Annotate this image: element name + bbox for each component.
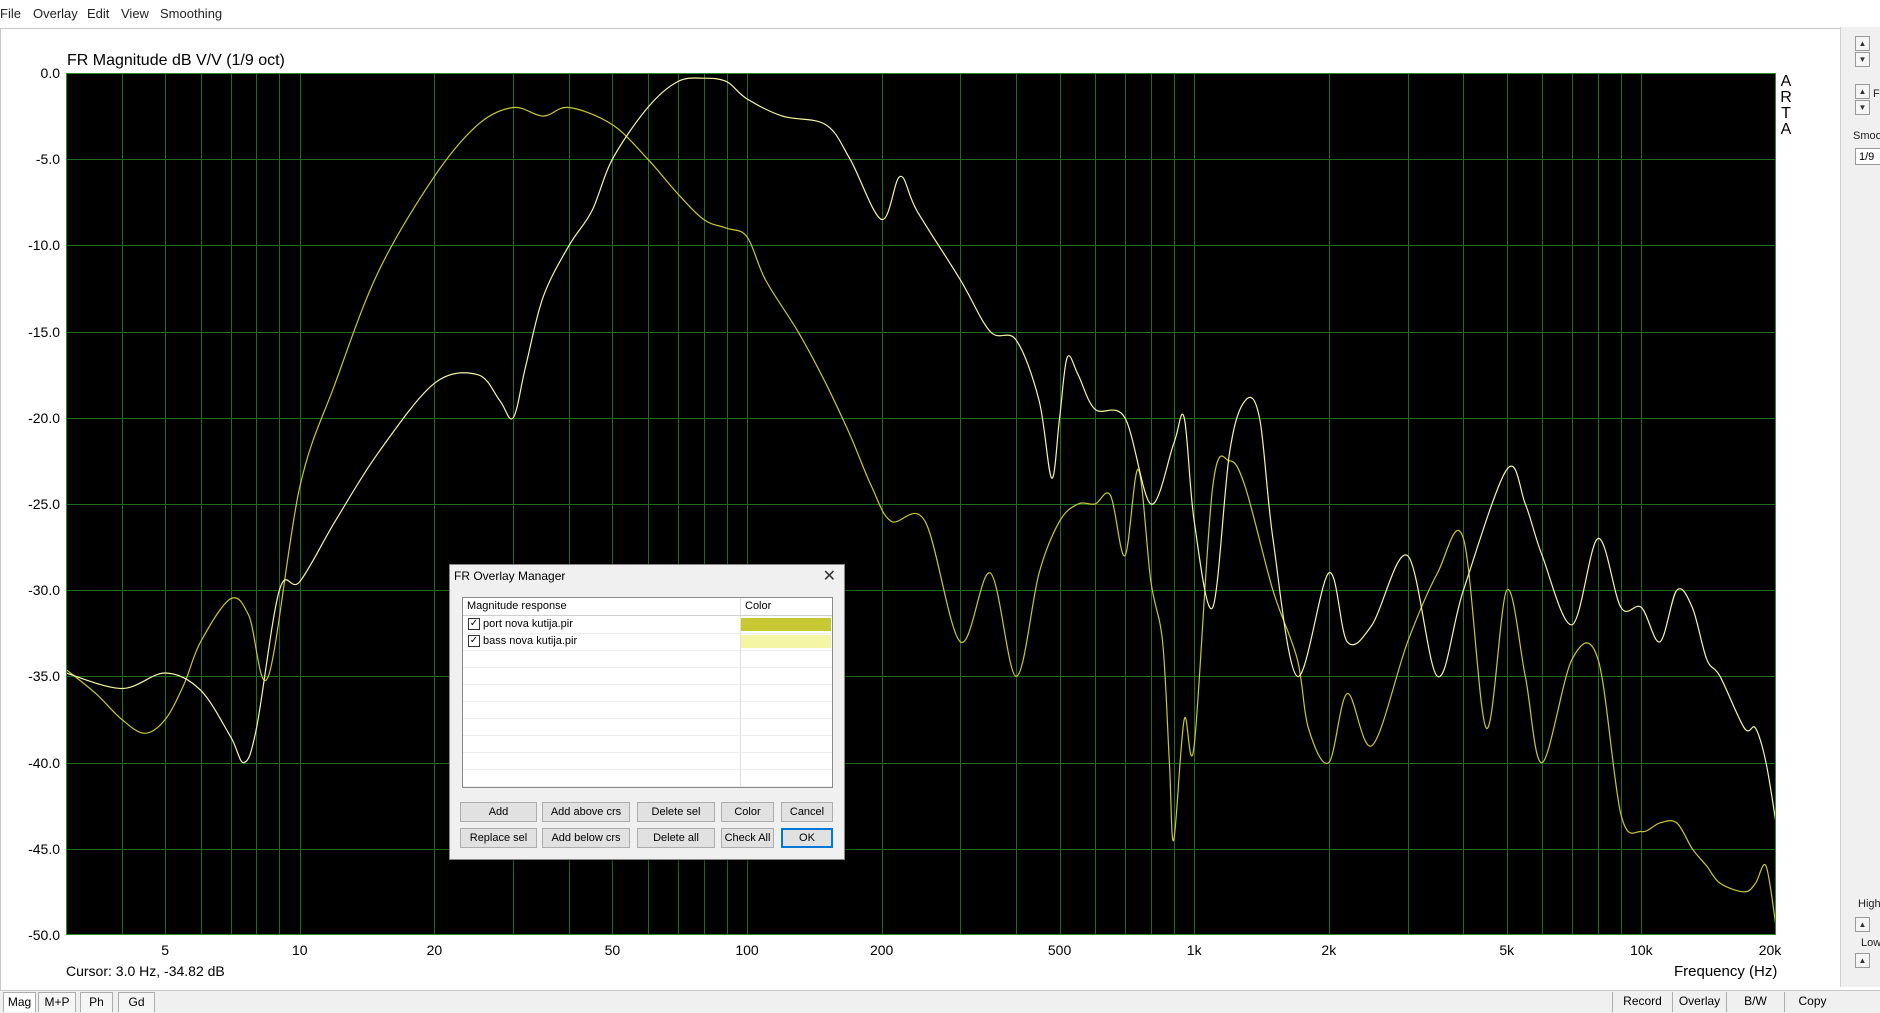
smoothing-value-field[interactable]: 1/9 xyxy=(1855,148,1880,165)
high-arrow-button[interactable]: ▲ xyxy=(1855,917,1870,932)
spin-down-2[interactable]: ▼ xyxy=(1855,100,1870,115)
arta-letter-a1: A xyxy=(1780,73,1792,90)
item-checkbox[interactable]: ✓ xyxy=(468,635,480,647)
x-tick-label: 20k xyxy=(1758,942,1782,958)
arta-brand: A R T A xyxy=(1779,74,1793,138)
ok-button[interactable]: OK xyxy=(781,828,833,848)
item-label: port nova kutija.pir xyxy=(483,618,573,630)
x-tick-label: 100 xyxy=(735,942,759,958)
check-all-button[interactable]: Check All xyxy=(721,828,774,848)
menu-bar: File Overlay Edit View Smoothing xyxy=(0,0,1840,27)
delete-selected-button[interactable]: Delete sel xyxy=(637,802,715,822)
menu-file[interactable]: File xyxy=(0,6,21,21)
tab-group-delay[interactable]: Gd xyxy=(118,992,155,1012)
y-tick-label: -30.0 xyxy=(28,582,60,599)
y-tick-label: -45.0 xyxy=(28,840,60,857)
x-tick-label: 1k xyxy=(1186,942,1202,958)
right-control-panel xyxy=(1840,27,1880,987)
close-icon[interactable]: ✕ xyxy=(823,566,836,586)
replace-selected-button[interactable]: Replace sel xyxy=(460,828,537,848)
x-axis-title: Frequency (Hz) xyxy=(1674,963,1778,980)
item-color-swatch[interactable] xyxy=(741,618,831,631)
panel-letter-label: F xyxy=(1873,88,1880,100)
arta-letter-r: R xyxy=(1780,89,1792,106)
menu-view[interactable]: View xyxy=(121,6,149,21)
list-item-empty xyxy=(463,769,832,787)
add-below-cursor-button[interactable]: Add below crs xyxy=(542,828,630,848)
copy-button[interactable]: Copy xyxy=(1784,992,1840,1012)
spin-up-2[interactable]: ▲ xyxy=(1855,84,1870,99)
tab-mag-phase[interactable]: M+P xyxy=(38,992,76,1012)
menu-edit[interactable]: Edit xyxy=(87,6,109,21)
item-label: bass nova kutija.pir xyxy=(483,635,578,647)
item-checkbox[interactable]: ✓ xyxy=(468,618,480,630)
menu-smoothing[interactable]: Smoothing xyxy=(160,6,222,21)
list-item-empty xyxy=(463,735,832,753)
x-tick-label: 200 xyxy=(869,942,894,958)
cursor-readout: Cursor: 3.0 Hz, -34.82 dB xyxy=(66,963,225,979)
add-above-cursor-button[interactable]: Add above crs xyxy=(542,802,630,822)
y-tick-label: -15.0 xyxy=(28,323,60,340)
delete-all-button[interactable]: Delete all xyxy=(637,828,715,848)
bw-button[interactable]: B/W xyxy=(1726,992,1784,1012)
x-tick-label: 500 xyxy=(1047,942,1072,958)
frame-top-line xyxy=(0,28,1840,29)
x-tick-label: 10 xyxy=(292,942,308,958)
high-label: High xyxy=(1858,898,1880,910)
column-color[interactable]: Color xyxy=(745,600,771,612)
x-tick-label: 2k xyxy=(1321,942,1337,958)
tab-mag[interactable]: Mag xyxy=(3,992,36,1012)
y-tick-label: -5.0 xyxy=(35,151,60,168)
x-tick-label: 5 xyxy=(161,942,170,958)
add-button[interactable]: Add xyxy=(460,802,537,822)
spin-down-1[interactable]: ▼ xyxy=(1855,52,1870,67)
y-tick-label: -35.0 xyxy=(28,668,60,685)
color-button[interactable]: Color xyxy=(721,802,774,822)
low-arrow-button[interactable]: ▲ xyxy=(1855,953,1870,968)
arta-letter-a2: A xyxy=(1780,121,1792,138)
tab-phase[interactable]: Ph xyxy=(80,992,113,1012)
overlay-button[interactable]: Overlay xyxy=(1672,992,1726,1012)
cancel-button[interactable]: Cancel xyxy=(781,802,833,822)
overlay-list[interactable]: Magnitude response Color ✓ port nova kut… xyxy=(462,597,833,788)
y-tick-label: -50.0 xyxy=(28,927,60,943)
list-item[interactable]: ✓ bass nova kutija.pir xyxy=(463,633,832,651)
frequency-response-plot[interactable] xyxy=(66,73,1776,935)
bottom-bar xyxy=(0,990,1880,1013)
list-item-empty xyxy=(463,650,832,668)
arta-letter-t: T xyxy=(1781,105,1791,122)
y-tick-label: -25.0 xyxy=(28,496,60,512)
list-item-empty xyxy=(463,684,832,702)
spin-up-1[interactable]: ▲ xyxy=(1855,36,1870,51)
x-tick-label: 50 xyxy=(604,942,621,958)
y-tick-label: -20.0 xyxy=(28,409,60,426)
x-tick-label: 5k xyxy=(1499,942,1515,958)
dialog-title: FR Overlay Manager xyxy=(454,569,566,583)
list-item-empty xyxy=(463,701,832,719)
list-item[interactable]: ✓ port nova kutija.pir xyxy=(463,616,832,634)
x-tick-label: 10k xyxy=(1630,942,1653,958)
column-magnitude-response[interactable]: Magnitude response xyxy=(467,600,567,612)
menu-overlay[interactable]: Overlay xyxy=(33,6,78,21)
item-color-swatch[interactable] xyxy=(741,635,831,648)
x-tick-label: 20 xyxy=(426,942,443,958)
y-tick-label: 0.0 xyxy=(40,65,60,81)
record-button[interactable]: Record xyxy=(1612,992,1672,1012)
y-tick-label: -40.0 xyxy=(28,754,60,771)
list-item-empty xyxy=(463,752,832,770)
list-item-empty xyxy=(463,667,832,685)
list-header: Magnitude response Color xyxy=(463,598,832,616)
plot-title: FR Magnitude dB V/V (1/9 oct) xyxy=(67,52,285,69)
fr-overlay-manager-dialog: FR Overlay Manager ✕ Magnitude response … xyxy=(449,564,845,860)
smoothing-label: Smoo xyxy=(1853,130,1880,142)
y-tick-label: -10.0 xyxy=(28,237,60,254)
list-item-empty xyxy=(463,718,832,736)
low-label: Low xyxy=(1861,937,1880,949)
